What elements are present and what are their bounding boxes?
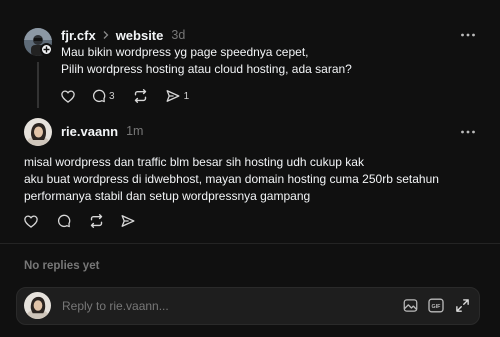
- image-icon[interactable]: [403, 298, 418, 313]
- chevron-right-icon: [102, 30, 110, 40]
- post-header: fjr.cfx website 3d: [61, 27, 185, 43]
- share-count: 1: [183, 90, 190, 102]
- reply-comment-icon[interactable]: [57, 214, 71, 228]
- thread-line: [37, 62, 39, 108]
- no-replies-text: No replies yet: [24, 260, 100, 272]
- reply-repost-icon[interactable]: [89, 214, 104, 228]
- post-username[interactable]: fjr.cfx: [61, 28, 96, 43]
- composer-avatar: [24, 292, 51, 319]
- gif-icon[interactable]: GIF: [428, 298, 444, 313]
- reply-input[interactable]: Reply to rie.vaann...: [62, 299, 169, 313]
- post-actions: 3 1: [61, 88, 189, 104]
- expand-icon[interactable]: [455, 298, 470, 313]
- heart-icon[interactable]: [61, 89, 75, 103]
- reply-text: misal wordpress dan traffic blm besar si…: [24, 155, 439, 203]
- more-dots-icon[interactable]: [460, 25, 476, 41]
- reply-share-icon[interactable]: [121, 214, 135, 228]
- share-icon[interactable]: [166, 89, 180, 103]
- reply-time: 1m: [126, 124, 144, 138]
- reply-header: rie.vaann 1m: [61, 123, 143, 139]
- reply-actions: [24, 213, 135, 229]
- reply-username[interactable]: rie.vaann: [61, 124, 118, 139]
- comment-icon[interactable]: [92, 89, 106, 103]
- follow-plus-badge[interactable]: [40, 43, 53, 56]
- post-text: Mau bikin wordpress yg page speednya cep…: [61, 45, 352, 76]
- reply-author-avatar[interactable]: [24, 118, 52, 146]
- post-time: 3d: [171, 28, 186, 42]
- reply-heart-icon[interactable]: [24, 214, 38, 228]
- divider: [0, 243, 500, 244]
- reply-more-dots-icon[interactable]: [460, 122, 476, 138]
- svg-text:GIF: GIF: [432, 304, 442, 310]
- community-name[interactable]: website: [116, 28, 164, 43]
- comment-count: 3: [109, 90, 115, 102]
- repost-icon[interactable]: [133, 89, 148, 103]
